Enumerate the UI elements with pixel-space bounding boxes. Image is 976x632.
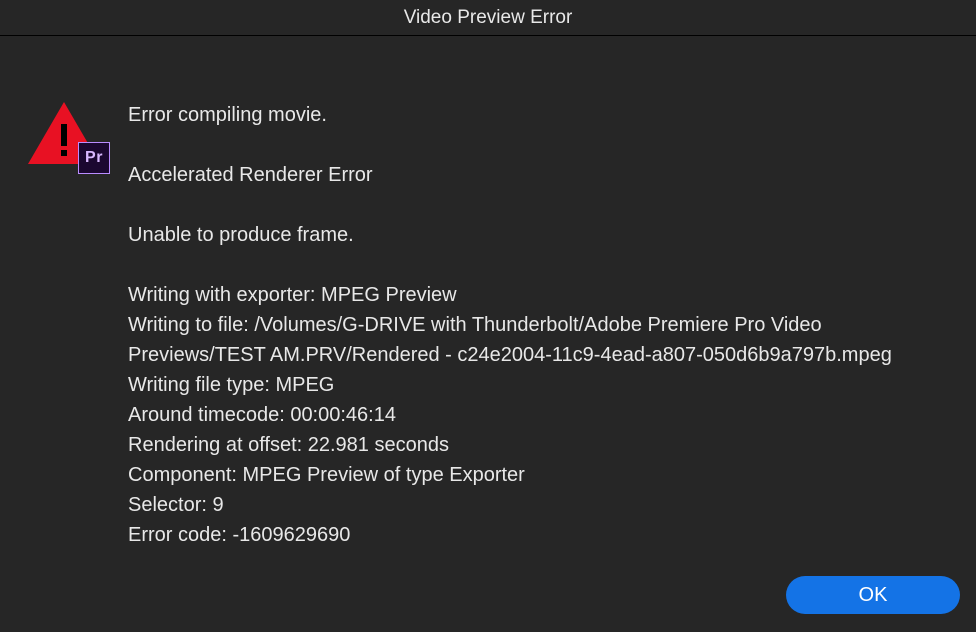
detail-exporter: Writing with exporter: MPEG Preview (128, 280, 936, 310)
premiere-app-badge-icon: Pr (78, 142, 110, 174)
detail-offset: Rendering at offset: 22.981 seconds (128, 430, 936, 460)
warning-icon: Pr (28, 102, 100, 168)
dialog-content: Pr Error compiling movie. Accelerated Re… (0, 36, 976, 576)
icon-column: Pr (28, 100, 128, 576)
error-description: Unable to produce frame. (128, 220, 936, 250)
ok-button[interactable]: OK (786, 576, 960, 614)
detail-filetype: Writing file type: MPEG (128, 370, 936, 400)
detail-timecode: Around timecode: 00:00:46:14 (128, 400, 936, 430)
error-subheading: Accelerated Renderer Error (128, 160, 936, 190)
dialog-titlebar: Video Preview Error (0, 0, 976, 36)
detail-errorcode: Error code: -1609629690 (128, 520, 936, 550)
detail-file: Writing to file: /Volumes/G-DRIVE with T… (128, 310, 936, 370)
detail-selector: Selector: 9 (128, 490, 936, 520)
button-bar: OK (0, 576, 976, 632)
error-heading: Error compiling movie. (128, 100, 936, 130)
app-badge-label: Pr (85, 149, 103, 167)
error-dialog: Video Preview Error Pr Error compiling m… (0, 0, 976, 632)
dialog-title: Video Preview Error (404, 7, 573, 29)
message-column: Error compiling movie. Accelerated Rende… (128, 100, 936, 576)
detail-component: Component: MPEG Preview of type Exporter (128, 460, 936, 490)
